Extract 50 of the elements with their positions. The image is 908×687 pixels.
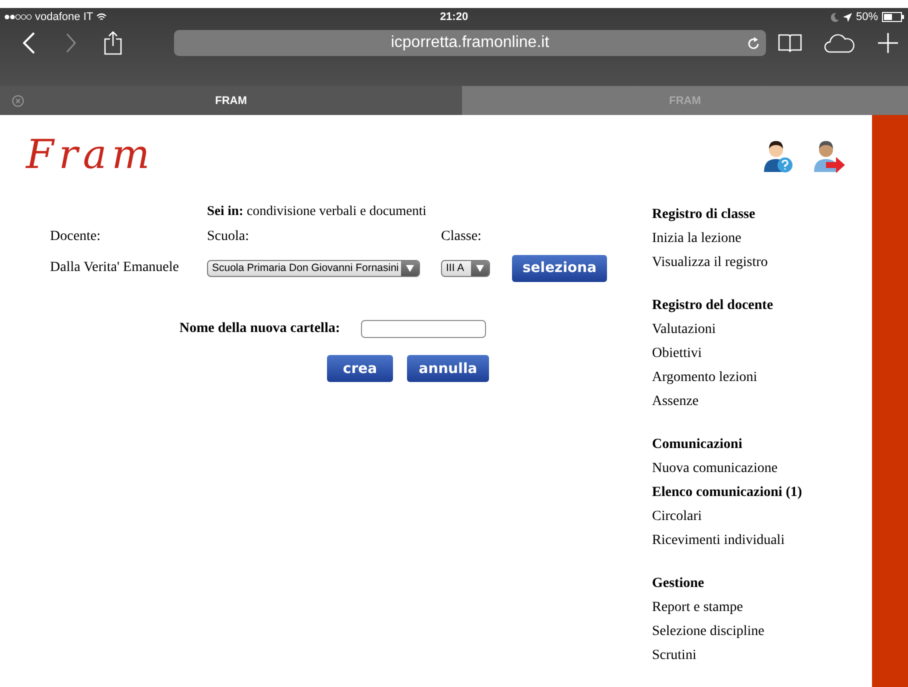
battery-icon [882, 12, 904, 22]
menu-heading: Registro di classe [652, 206, 756, 224]
address-bar[interactable]: icporretta.framonline.it [174, 30, 766, 56]
field-label: Docente: [50, 229, 102, 245]
moon-icon [830, 12, 839, 22]
field-label: Scuola: [207, 229, 250, 245]
forward-icon[interactable] [66, 33, 76, 53]
close-icon[interactable] [12, 94, 24, 106]
back-icon[interactable] [23, 32, 35, 54]
site-logo: Fram [26, 132, 156, 178]
menu-link[interactable]: Inizia la lezione [652, 227, 802, 251]
new-tab-icon[interactable] [878, 33, 898, 53]
menu-heading: Comunicazioni [652, 436, 744, 454]
menu-link[interactable]: Elenco comunicazioni (1) [652, 481, 802, 505]
menu-link[interactable]: Assenze [652, 390, 802, 414]
menu-link[interactable]: Nuova comunicazione [652, 457, 802, 481]
cancel-button[interactable]: annulla [407, 355, 489, 382]
clock-time: 21:20 [440, 11, 468, 23]
menu-heading: Registro del docente [652, 297, 774, 315]
menu-heading: Gestione [652, 575, 706, 593]
url-text: icporretta.framonline.it [390, 34, 550, 52]
school-dropdown[interactable]: Scuola Primaria Don Giovanni Fornasini [207, 260, 420, 276]
carrier-name: vodafone IT [35, 11, 94, 23]
cloud-icon[interactable] [824, 33, 856, 53]
field-label: Classe: [441, 229, 482, 245]
menu-link[interactable]: Scrutini [652, 644, 802, 668]
menu-link[interactable]: Ricevimenti individuali [652, 529, 802, 553]
folder-name-input[interactable] [361, 320, 486, 338]
battery-percent: 50% [856, 11, 878, 23]
menu-link[interactable]: Obiettivi [652, 342, 802, 366]
book-icon[interactable] [778, 33, 802, 53]
teacher-name: Dalla Verita' Emanuele [50, 260, 180, 276]
class-dropdown[interactable]: III A [441, 260, 490, 276]
select-button[interactable]: seleziona [512, 254, 607, 282]
menu-link[interactable]: Valutazioni [652, 318, 802, 342]
caret-icon[interactable] [476, 264, 484, 272]
field-label: Nome della nuova cartella: [178, 321, 340, 337]
menu-link[interactable]: Report e stampe [652, 596, 802, 620]
breadcrumb: Sei in: condivisione verbali e documenti [207, 202, 428, 220]
menu-link[interactable]: Argomento lezioni [652, 366, 802, 390]
caret-icon[interactable] [406, 264, 414, 272]
share-icon[interactable] [104, 31, 122, 55]
menu-link[interactable]: Visualizza il registro [652, 251, 802, 275]
location-arrow-icon [842, 12, 852, 22]
wifi-icon [96, 13, 108, 21]
signal-icon [4, 14, 32, 20]
menu-link[interactable]: Selezione discipline [652, 620, 802, 644]
reload-icon[interactable] [747, 36, 760, 50]
create-button[interactable]: crea [327, 355, 393, 382]
menu-link[interactable]: Circolari [652, 505, 802, 529]
